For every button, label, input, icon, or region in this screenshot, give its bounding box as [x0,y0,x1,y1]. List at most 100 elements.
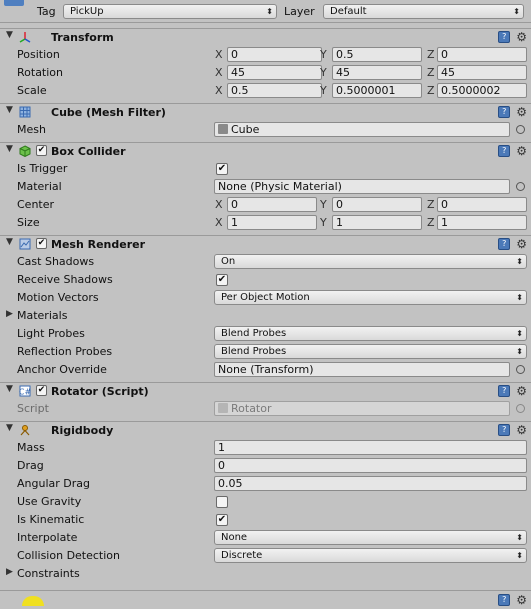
x-axis-label[interactable]: X [215,48,223,61]
cast-shadows-dropdown[interactable]: On ⬍ [214,254,527,269]
rotation-y-field[interactable]: 45 [332,65,422,80]
help-book-icon[interactable]: ? [498,145,511,157]
interpolate-dropdown[interactable]: None ⬍ [214,530,527,545]
layer-dropdown[interactable]: Default ⬍ [323,4,524,19]
center-y-field[interactable]: 0 [332,197,422,212]
angular-drag-label: Angular Drag [17,477,90,490]
materials-row[interactable]: ▶ Materials [0,307,531,325]
gear-icon[interactable]: ⚙ [516,594,527,606]
x-axis-label[interactable]: X [215,198,223,211]
constraints-row[interactable]: ▶ Constraints [0,565,531,583]
receive-shadows-checkbox[interactable]: ✔ [216,274,228,286]
z-axis-label[interactable]: Z [427,66,435,79]
enable-checkbox[interactable]: ✔ [36,238,47,249]
foldout-arrow-icon[interactable]: ▼ [6,30,13,40]
foldout-arrow-icon[interactable]: ▼ [6,144,13,154]
enable-checkbox[interactable]: ✔ [36,145,47,156]
size-z-field[interactable]: 1 [437,215,527,230]
center-x-field[interactable]: 0 [227,197,317,212]
angular-drag-row: Angular Drag 0.05 [0,475,531,493]
foldout-collapsed-icon[interactable]: ▶ [6,567,13,577]
x-axis-label[interactable]: X [215,84,223,97]
rotation-x-field[interactable]: 45 [227,65,322,80]
gear-icon[interactable]: ⚙ [516,238,527,250]
tag-dropdown[interactable]: PickUp ⬍ [63,4,277,19]
gear-icon[interactable]: ⚙ [516,385,527,397]
mesh-object-field[interactable]: Cube [214,122,510,137]
foldout-arrow-icon[interactable]: ▼ [6,105,13,115]
mass-field[interactable]: 1 [214,440,527,455]
mesh-icon [218,124,228,134]
help-book-icon[interactable]: ? [498,31,511,43]
mesh-filter-header[interactable]: ▼ Cube (Mesh Filter) ? ⚙ [0,103,531,122]
gear-icon[interactable]: ⚙ [516,31,527,43]
scale-row: Scale X 0.5 Y 0.5000001 Z 0.5000002 [0,82,531,100]
is-kinematic-checkbox[interactable]: ✔ [216,514,228,526]
foldout-arrow-icon[interactable]: ▼ [6,384,13,394]
y-axis-label[interactable]: Y [320,216,327,229]
position-z-field[interactable]: 0 [437,47,527,62]
motion-vectors-dropdown[interactable]: Per Object Motion ⬍ [214,290,527,305]
y-axis-label[interactable]: Y [320,66,327,79]
position-y-field[interactable]: 0.5 [332,47,422,62]
mass-label: Mass [17,441,45,454]
y-axis-label[interactable]: Y [320,84,327,97]
help-book-icon[interactable]: ? [498,594,511,606]
object-picker-icon[interactable] [516,365,525,374]
z-axis-label[interactable]: Z [427,84,435,97]
y-axis-label[interactable]: Y [320,198,327,211]
script-object-field: Rotator [214,401,510,416]
mesh-label: Mesh [17,123,46,136]
scale-label: Scale [17,84,47,97]
rotation-z-field[interactable]: 45 [437,65,527,80]
layer-label: Layer [284,5,315,18]
z-axis-label[interactable]: Z [427,216,435,229]
help-book-icon[interactable]: ? [498,385,511,397]
rotator-script-header[interactable]: ▼ C# ✔ Rotator (Script) ? ⚙ [0,382,531,401]
angular-drag-field[interactable]: 0.05 [214,476,527,491]
material-object-field[interactable]: None (Physic Material) [214,179,510,194]
light-probes-value: Blend Probes [221,328,287,339]
box-collider-header[interactable]: ▼ ✔ Box Collider ? ⚙ [0,142,531,161]
z-axis-label[interactable]: Z [427,198,435,211]
enable-checkbox[interactable]: ✔ [36,385,47,396]
object-picker-icon[interactable] [516,125,525,134]
y-axis-label[interactable]: Y [320,48,327,61]
dropdown-arrow-icon: ⬍ [516,257,523,266]
mesh-renderer-header[interactable]: ▼ ✔ Mesh Renderer ? ⚙ [0,235,531,254]
cast-shadows-row: Cast Shadows On ⬍ [0,253,531,271]
foldout-arrow-icon[interactable]: ▼ [6,423,13,433]
x-axis-label[interactable]: X [215,66,223,79]
rigidbody-header[interactable]: ▼ Rigidbody ? ⚙ [0,421,531,440]
help-book-icon[interactable]: ? [498,106,511,118]
scale-z-field[interactable]: 0.5000002 [437,83,527,98]
light-probes-label: Light Probes [17,327,85,340]
gear-icon[interactable]: ⚙ [516,145,527,157]
scale-y-field[interactable]: 0.5000001 [332,83,422,98]
gear-icon[interactable]: ⚙ [516,424,527,436]
center-row: Center X 0 Y 0 Z 0 [0,196,531,214]
transform-header[interactable]: ▼ Transform ? ⚙ [0,28,531,47]
use-gravity-checkbox[interactable] [216,496,228,508]
position-x-field[interactable]: 0 [227,47,322,62]
drag-field[interactable]: 0 [214,458,527,473]
is-trigger-checkbox[interactable]: ✔ [216,163,228,175]
size-y-field[interactable]: 1 [332,215,422,230]
reflection-probes-dropdown[interactable]: Blend Probes ⬍ [214,344,527,359]
z-axis-label[interactable]: Z [427,48,435,61]
script-file-icon [218,403,228,413]
size-x-field[interactable]: 1 [227,215,317,230]
x-axis-label[interactable]: X [215,216,223,229]
light-probes-dropdown[interactable]: Blend Probes ⬍ [214,326,527,341]
scale-x-field[interactable]: 0.5 [227,83,322,98]
help-book-icon[interactable]: ? [498,424,511,436]
foldout-arrow-icon[interactable]: ▼ [6,237,13,247]
help-book-icon[interactable]: ? [498,238,511,250]
object-picker-icon[interactable] [516,182,525,191]
position-row: Position X 0 Y 0.5 Z 0 [0,46,531,64]
collision-detection-dropdown[interactable]: Discrete ⬍ [214,548,527,563]
center-z-field[interactable]: 0 [437,197,527,212]
foldout-collapsed-icon[interactable]: ▶ [6,309,13,319]
anchor-override-field[interactable]: None (Transform) [214,362,510,377]
gear-icon[interactable]: ⚙ [516,106,527,118]
